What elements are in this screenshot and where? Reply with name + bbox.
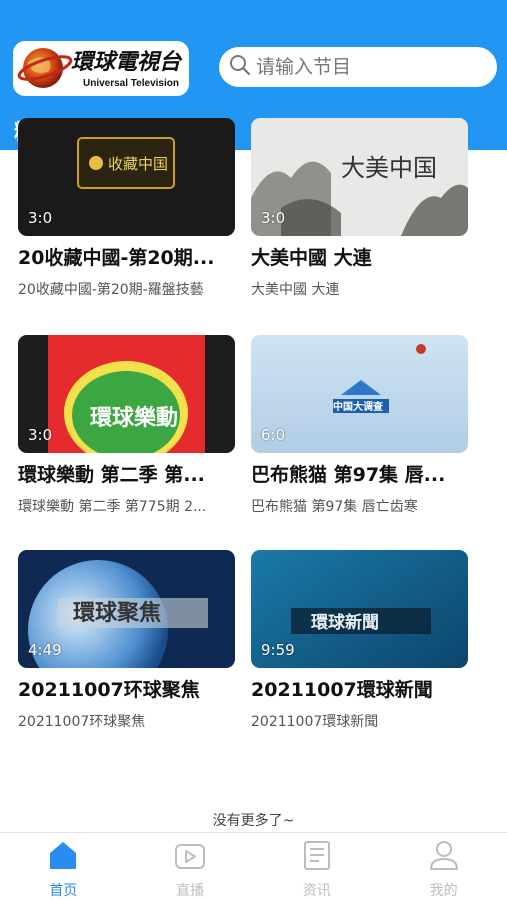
search-icon[interactable] <box>229 54 251 81</box>
video-subtitle: 20收藏中國-第20期-羅盤技藝 <box>18 282 204 298</box>
video-title[interactable]: 大美中國 大連 <box>251 243 468 270</box>
video-card[interactable]: 收藏中国 3:0 20收藏中國-第20期... 20收藏中國-第20期-羅盤技藝 <box>18 118 235 299</box>
thumb-text: 環球樂動 <box>90 405 178 431</box>
video-thumbnail[interactable]: 收藏中国 3:0 <box>18 118 235 236</box>
tabbar-label: 资讯 <box>302 883 331 899</box>
video-subtitle: 20211007環球新聞 <box>251 714 379 730</box>
video-card[interactable]: 環球聚焦 4:49 20211007环球聚焦 20211007环球聚焦 <box>18 550 235 731</box>
duration-label: 3:0 <box>28 426 53 444</box>
end-of-list-note: 没有更多了~ <box>212 813 295 829</box>
video-title[interactable]: 20211007环球聚焦 <box>18 675 235 702</box>
tabbar-item-home[interactable]: 首页 <box>0 833 127 900</box>
video-card[interactable]: 大美中国 3:0 大美中國 大連 大美中國 大連 <box>251 118 468 299</box>
news-icon <box>300 839 334 876</box>
search-box[interactable] <box>219 47 497 87</box>
tabbar-item-profile[interactable]: 我的 <box>380 833 507 900</box>
home-icon <box>46 839 80 876</box>
duration-label: 3:0 <box>261 209 286 227</box>
thumb-text: 環球新聞 <box>311 612 379 633</box>
logo-text-cn: 環球電視台 <box>71 49 183 75</box>
user-icon <box>427 839 461 876</box>
video-card[interactable]: 中国大调查 6:0 巴布熊猫 第97集 唇... 巴布熊猫 第97集 唇亡齿寒 <box>251 335 468 516</box>
video-thumbnail[interactable]: 中国大调查 6:0 <box>251 335 468 453</box>
video-title[interactable]: 20收藏中國-第20期... <box>18 243 235 270</box>
video-card[interactable]: 環球樂動 3:0 環球樂動 第二季 第... 環球樂動 第二季 第775期 2.… <box>18 335 235 516</box>
video-thumbnail[interactable]: 大美中国 3:0 <box>251 118 468 236</box>
thumb-text: 收藏中国 <box>108 155 168 173</box>
video-title[interactable]: 環球樂動 第二季 第... <box>18 460 235 487</box>
channel-logo[interactable]: 環球電視台 Universal Television <box>13 41 189 96</box>
search-input[interactable] <box>256 56 486 78</box>
duration-label: 9:59 <box>261 641 295 659</box>
thumb-text: 大美中国 <box>341 154 437 182</box>
tabbar-label: 首页 <box>49 883 78 899</box>
video-subtitle: 大美中國 大連 <box>251 282 340 298</box>
video-title[interactable]: 巴布熊猫 第97集 唇... <box>251 460 468 487</box>
video-title[interactable]: 20211007環球新聞 <box>251 675 468 702</box>
tabbar-item-news[interactable]: 资讯 <box>254 833 381 900</box>
tabbar-label: 我的 <box>429 883 458 899</box>
thumb-text: 環球聚焦 <box>73 600 161 626</box>
logo-text-en: Universal Television <box>83 78 179 89</box>
video-subtitle: 巴布熊猫 第97集 唇亡齿寒 <box>251 499 418 515</box>
tabbar-label: 直播 <box>176 883 205 899</box>
video-subtitle: 20211007环球聚焦 <box>18 714 146 730</box>
duration-label: 3:0 <box>28 209 53 227</box>
tabbar-item-live[interactable]: 直播 <box>127 833 254 900</box>
video-thumbnail[interactable]: 環球樂動 3:0 <box>18 335 235 453</box>
duration-label: 6:0 <box>261 426 286 444</box>
video-subtitle: 環球樂動 第二季 第775期 2... <box>18 499 207 515</box>
video-thumbnail[interactable]: 環球聚焦 4:49 <box>18 550 235 668</box>
duration-label: 4:49 <box>28 641 62 659</box>
video-card[interactable]: 環球新聞 9:59 20211007環球新聞 20211007環球新聞 <box>251 550 468 731</box>
thumb-text: 中国大调查 <box>333 400 384 413</box>
bottom-tabbar: 首页 直播 资讯 我的 <box>0 832 507 900</box>
live-icon <box>173 839 207 876</box>
video-thumbnail[interactable]: 環球新聞 9:59 <box>251 550 468 668</box>
